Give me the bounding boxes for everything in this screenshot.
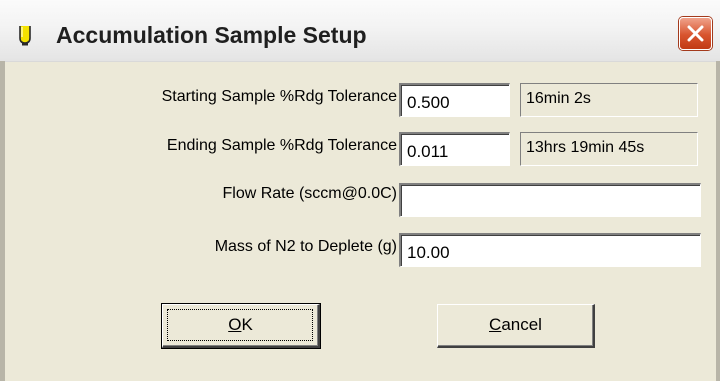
cancel-button[interactable]: Cancel xyxy=(437,304,595,348)
yellow-lamp-icon[interactable] xyxy=(17,24,33,46)
flow-rate-input[interactable] xyxy=(399,183,701,217)
close-icon xyxy=(687,25,704,42)
starting-tolerance-input[interactable]: 0.500 xyxy=(399,83,510,117)
ok-label-rest: K xyxy=(241,315,253,334)
cancel-label-rest: ancel xyxy=(501,315,542,334)
starting-tolerance-readout: 16min 2s xyxy=(520,83,698,117)
cancel-button-label: Cancel xyxy=(489,315,542,334)
window-frame-left xyxy=(0,61,5,381)
window-frame-right xyxy=(716,61,720,381)
ending-tolerance-label: Ending Sample %Rdg Tolerance xyxy=(166,137,397,154)
ok-mnemonic: O xyxy=(228,315,242,334)
flow-rate-label: Flow Rate (sccm@0.0C) xyxy=(222,185,398,202)
ok-button[interactable]: OK xyxy=(161,303,321,349)
mass-n2-label: Mass of N2 to Deplete (g) xyxy=(214,238,397,255)
ending-tolerance-readout: 13hrs 19min 45s xyxy=(520,132,698,166)
cancel-mnemonic: C xyxy=(489,315,502,334)
mass-n2-input[interactable]: 10.00 xyxy=(399,233,701,267)
window-title: Accumulation Sample Setup xyxy=(56,22,367,48)
ok-button-label: OK xyxy=(228,315,253,334)
ending-tolerance-input[interactable]: 0.011 xyxy=(399,132,510,166)
title-bar[interactable]: Accumulation Sample Setup xyxy=(0,0,720,62)
starting-tolerance-label: Starting Sample %Rdg Tolerance xyxy=(161,88,397,105)
close-button[interactable] xyxy=(679,17,712,50)
